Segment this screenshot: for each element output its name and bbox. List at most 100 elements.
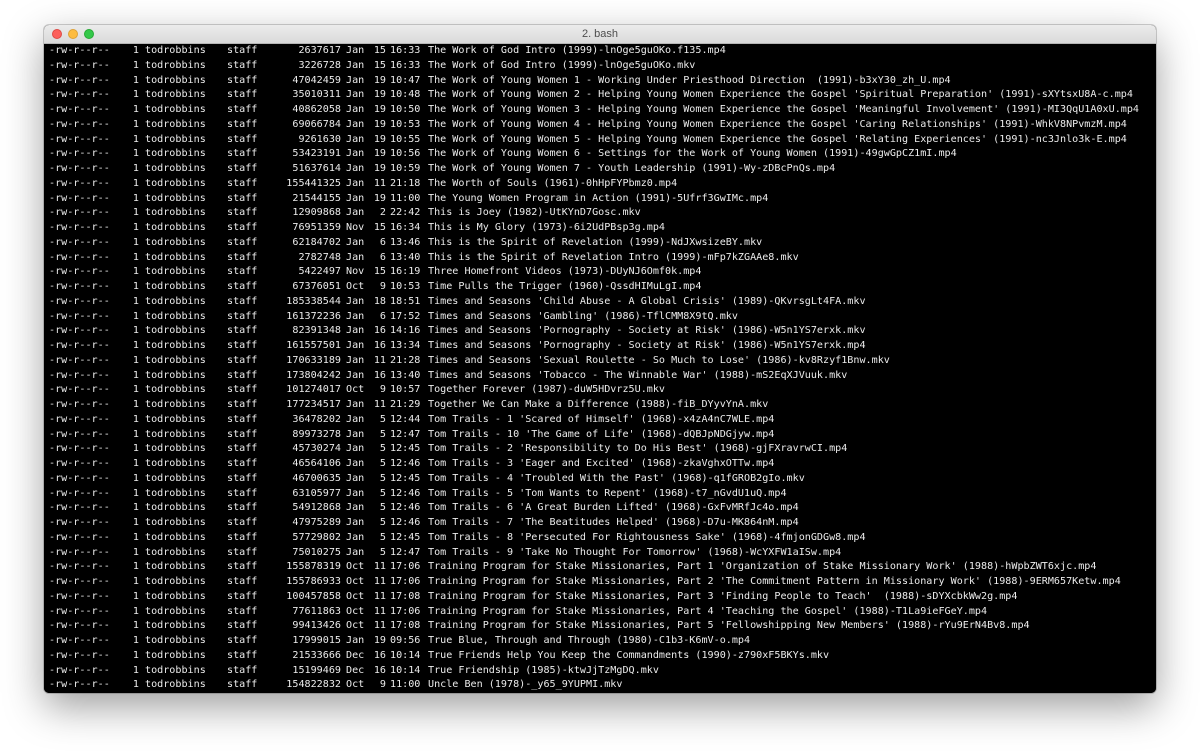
- listing-owner: todrobbins: [145, 163, 206, 174]
- listing-day: 15: [373, 222, 386, 233]
- listing-perm: -rw-r--r--: [49, 369, 110, 381]
- listing-day: 19: [373, 635, 386, 646]
- listing-day: 5: [379, 472, 386, 484]
- terminal-output[interactable]: -rw-r--r-- 1 todrobbins staff 2637617 Jan 15 16…: [44, 44, 1156, 693]
- listing-name: The Work of God Intro (1999)-lnOge5guOKo…: [428, 59, 696, 71]
- listing-group: staff: [227, 163, 258, 174]
- listing-month: Jan: [346, 148, 365, 160]
- listing-name: Times and Seasons 'Pornography - Society…: [428, 325, 866, 337]
- listing-owner: todrobbins: [145, 487, 206, 499]
- listing-name: The Young Women Program in Action (1991)…: [428, 192, 769, 204]
- listing-day: 19: [373, 104, 386, 115]
- listing-size: 161372236: [286, 310, 341, 322]
- listing-size: 100457858: [286, 590, 341, 602]
- listing-row: -rw-r--r-- 1 todrobbins staff 99413426 Oct 11 1…: [49, 619, 1156, 634]
- listing-group: staff: [227, 487, 258, 499]
- listing-row: -rw-r--r-- 1 todrobbins staff 76951359 Nov 15 1…: [49, 221, 1156, 236]
- listing-links: 1: [132, 222, 139, 233]
- listing-links: 1: [132, 118, 139, 130]
- listing-links: 1: [132, 502, 139, 514]
- listing-size: 47975289: [292, 517, 341, 528]
- listing-day: 9: [379, 679, 386, 691]
- listing-links: 1: [132, 399, 139, 410]
- listing-owner: todrobbins: [145, 620, 206, 632]
- listing-row: -rw-r--r-- 1 todrobbins staff 2782748 Jan 6 13:…: [49, 251, 1156, 266]
- listing-name: Times and Seasons 'Sexual Roulette - So …: [428, 354, 890, 366]
- listing-group: staff: [227, 546, 258, 558]
- listing-name: This is the Spirit of Revelation (1999)-…: [428, 236, 763, 248]
- listing-owner: todrobbins: [145, 192, 206, 204]
- listing-links: 1: [132, 310, 139, 322]
- listing-size: 35010311: [292, 89, 341, 101]
- listing-row: -rw-r--r-- 1 todrobbins staff 5422497 Nov 15 16…: [49, 265, 1156, 280]
- listing-group: staff: [227, 74, 258, 86]
- listing-day: 19: [373, 163, 386, 174]
- listing-time: 10:47: [390, 74, 421, 86]
- listing-month: Oct: [346, 561, 365, 573]
- listing-group: staff: [227, 458, 258, 469]
- listing-perm: -rw-r--r--: [49, 266, 110, 278]
- listing-row: -rw-r--r-- 1 todrobbins staff 21544155 Jan 19 1…: [49, 192, 1156, 207]
- listing-size: 46564106: [292, 458, 341, 469]
- listing-time: 13:46: [390, 236, 421, 248]
- terminal-window: 2. bash -rw-r--r-- 1 todrobbins staff 263761…: [44, 25, 1156, 693]
- listing-links: 1: [132, 649, 139, 661]
- listing-links: 1: [132, 281, 139, 292]
- listing-name: Tom Trails - 1 'Scared of Himself' (1968…: [428, 413, 775, 425]
- listing-day: 11: [373, 561, 386, 573]
- listing-time: 22:42: [390, 207, 421, 219]
- listing-owner: todrobbins: [145, 148, 206, 160]
- listing-month: Jan: [346, 89, 365, 101]
- listing-size: 47042459: [292, 74, 341, 86]
- listing-name: This is Joey (1982)-UtKYnD7Gosc.mkv: [428, 207, 641, 219]
- listing-time: 12:46: [390, 502, 421, 514]
- listing-perm: -rw-r--r--: [49, 679, 110, 691]
- listing-links: 1: [132, 384, 139, 396]
- listing-time: 14:16: [390, 325, 421, 337]
- listing-name: Uncle Ben (1978)-_y65_9YUPMI.mkv: [428, 679, 623, 691]
- listing-month: Jan: [346, 133, 365, 145]
- listing-links: 1: [132, 590, 139, 602]
- listing-time: 10:53: [390, 281, 421, 292]
- listing-row: -rw-r--r-- 1 todrobbins staff 161372236 Jan 6 1…: [49, 310, 1156, 325]
- listing-perm: -rw-r--r--: [49, 104, 110, 115]
- listing-row: -rw-r--r-- 1 todrobbins staff 45730274 Jan 5 12…: [49, 442, 1156, 457]
- listing-perm: -rw-r--r--: [49, 458, 110, 469]
- listing-size: 75010275: [292, 546, 341, 558]
- listing-owner: todrobbins: [145, 281, 206, 292]
- listing-group: staff: [227, 472, 258, 484]
- listing-time: 09:56: [390, 635, 421, 646]
- listing-time: 17:08: [390, 590, 421, 602]
- listing-links: 1: [132, 148, 139, 160]
- listing-links: 1: [132, 45, 139, 56]
- listing-links: 1: [132, 251, 139, 263]
- listing-group: staff: [227, 369, 258, 381]
- listing-month: Oct: [346, 620, 365, 632]
- listing-name: Training Program for Stake Missionaries,…: [428, 620, 1030, 632]
- listing-links: 1: [132, 104, 139, 115]
- listing-perm: -rw-r--r--: [49, 163, 110, 174]
- listing-day: 5: [379, 428, 386, 440]
- listing-time: 10:48: [390, 89, 421, 101]
- listing-size: 77611863: [292, 605, 341, 617]
- listing-row: -rw-r--r-- 1 todrobbins staff 89973278 Jan 5 12…: [49, 428, 1156, 443]
- listing-owner: todrobbins: [145, 89, 206, 101]
- listing-size: 99413426: [292, 620, 341, 632]
- listing-links: 1: [132, 340, 139, 351]
- listing-month: Jan: [346, 163, 365, 174]
- listing-size: 89973278: [292, 428, 341, 440]
- listing-day: 16: [373, 649, 386, 661]
- listing-owner: todrobbins: [145, 590, 206, 602]
- listing-size: 155878319: [286, 561, 341, 573]
- listing-row: -rw-r--r-- 1 todrobbins staff 62184702 Jan 6 13…: [49, 236, 1156, 251]
- listing-row: -rw-r--r-- 1 todrobbins staff 154822832 Oct 9 1…: [49, 678, 1156, 693]
- listing-links: 1: [132, 517, 139, 528]
- title-bar[interactable]: 2. bash: [44, 25, 1156, 44]
- listing-row: -rw-r--r-- 1 todrobbins staff 46700635 Jan 5 12…: [49, 472, 1156, 487]
- listing-group: staff: [227, 177, 258, 189]
- listing-day: 19: [373, 148, 386, 160]
- listing-day: 19: [373, 89, 386, 101]
- listing-owner: todrobbins: [145, 443, 206, 455]
- listing-perm: -rw-r--r--: [49, 222, 110, 233]
- listing-row: -rw-r--r-- 1 todrobbins staff 9261630 Jan 19 10…: [49, 133, 1156, 148]
